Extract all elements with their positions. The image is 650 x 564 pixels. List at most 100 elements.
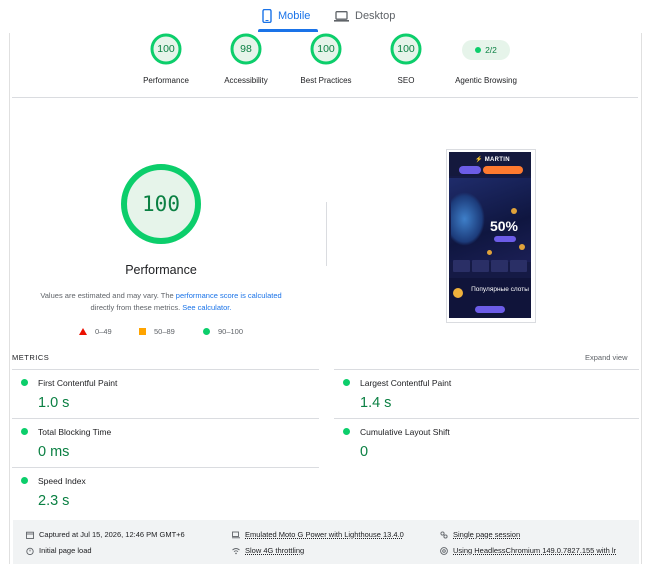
screenshot-header: ⚡ MARTIN [449, 152, 531, 176]
screenshot-promo-button [494, 236, 516, 242]
metric-first-contentful-paint: First Contentful Paint 1.0 s [12, 370, 319, 418]
pass-dot-icon [475, 47, 482, 53]
square-icon [139, 328, 146, 335]
metric-largest-contentful-paint: Largest Contentful Paint 1.4 s [334, 370, 639, 418]
pass-dot-icon [21, 477, 28, 484]
tile [453, 260, 470, 272]
gauge-seo[interactable]: 100 [390, 33, 422, 65]
pass-dot-icon [21, 379, 28, 386]
metric-value: 0 ms [38, 444, 70, 460]
gauge-performance[interactable]: 100 [150, 33, 182, 65]
screenshot-promo-percent: 50% [489, 218, 519, 234]
gauge-label-agentic: Agentic Browsing [455, 76, 517, 85]
legend-fail: 0–49 [79, 327, 112, 336]
screenshot-slots-button [475, 306, 505, 313]
coin-icon [519, 244, 525, 250]
screenshot-tiles [453, 260, 527, 272]
coin-icon [511, 208, 517, 214]
tab-mobile-label: Mobile [278, 10, 311, 22]
metric-cumulative-layout-shift: Cumulative Layout Shift 0 [334, 419, 639, 467]
tab-desktop[interactable]: Desktop [334, 6, 395, 26]
screenshot-hero: 50% [449, 178, 531, 262]
panel-border-right [641, 33, 642, 564]
gauge-score: 100 [157, 43, 175, 55]
see-calculator-link[interactable]: See calculator. [182, 303, 231, 312]
triangle-icon [79, 328, 87, 335]
emulated-device[interactable]: Emulated Moto G Power with Lighthouse 13… [232, 530, 404, 539]
agentic-score: 2/2 [485, 45, 497, 55]
coin-icon [453, 288, 463, 298]
metric-label: Total Blocking Time [38, 427, 112, 437]
metrics-heading: METRICS [12, 353, 50, 362]
pass-dot-icon [343, 379, 350, 386]
captured-text: Captured at Jul 15, 2026, 12:46 PM GMT+6 [39, 530, 185, 539]
devices-icon [232, 531, 240, 538]
device-text: Emulated Moto G Power with Lighthouse 13… [245, 530, 404, 539]
runtime-settings [13, 520, 639, 564]
metric-speed-index: Speed Index 2.3 s [12, 468, 319, 516]
metric-value: 1.0 s [38, 395, 70, 411]
note-text-2: directly from these metrics. [90, 303, 183, 312]
pass-dot-icon [343, 428, 350, 435]
summary-divider [12, 97, 638, 98]
metric-value: 1.4 s [360, 395, 392, 411]
chrome-icon [440, 546, 448, 555]
gauge-score: 98 [240, 43, 252, 55]
gauge-score: 100 [317, 43, 335, 55]
tile [472, 260, 489, 272]
screenshot-slots-banner: Популярные слоты [449, 278, 531, 318]
circle-icon [203, 328, 210, 335]
performance-score-link[interactable]: performance score is calculated [176, 291, 282, 300]
legend-range: 0–49 [95, 327, 112, 336]
metric-label: Cumulative Layout Shift [360, 427, 450, 437]
gauge-best-practices[interactable]: 100 [310, 33, 342, 65]
legend-average: 50–89 [139, 327, 175, 336]
gauge-score: 100 [397, 43, 415, 55]
browser-version[interactable]: Using HeadlessChromium 149.0.7827.155 wi… [440, 546, 616, 555]
session-text: Single page session [453, 530, 521, 539]
performance-score: 100 [142, 192, 180, 216]
timer-icon [26, 547, 34, 555]
panel-border-left [9, 33, 10, 564]
tab-desktop-label: Desktop [355, 10, 396, 22]
calendar-icon [26, 531, 34, 539]
screenshot-brand: ⚡ MARTIN [475, 157, 510, 163]
smartphone-icon [262, 9, 272, 23]
vertical-divider [326, 202, 327, 266]
single-page-session[interactable]: Single page session [440, 530, 520, 539]
network-throttling[interactable]: Slow 4G throttling [232, 546, 304, 555]
screenshot-register-button [483, 166, 523, 174]
expand-view-toggle[interactable]: Expand view [585, 353, 628, 362]
note-text: Values are estimated and may vary. The [40, 291, 176, 300]
page-screenshot: ⚡ MARTIN 50% Популярные слоты [449, 152, 531, 318]
active-tab-indicator [258, 29, 318, 32]
browser-text: Using HeadlessChromium 149.0.7827.155 wi… [453, 546, 617, 555]
captured-at: Captured at Jul 15, 2026, 12:46 PM GMT+6 [26, 530, 185, 539]
throttling-text: Slow 4G throttling [245, 546, 305, 555]
tile [510, 260, 527, 272]
legend-range: 50–89 [154, 327, 175, 336]
performance-title: Performance [125, 263, 197, 277]
pass-dot-icon [21, 428, 28, 435]
metric-total-blocking-time: Total Blocking Time 0 ms [12, 419, 319, 467]
gauge-accessibility[interactable]: 98 [230, 33, 262, 65]
wifi-icon [232, 547, 240, 554]
performance-note: Values are estimated and may vary. The p… [30, 290, 292, 314]
tile [491, 260, 508, 272]
legend-pass: 90–100 [203, 327, 243, 336]
tab-mobile[interactable]: Mobile [262, 6, 310, 26]
metric-value: 0 [360, 444, 369, 460]
metric-label: Speed Index [38, 476, 86, 486]
session-icon [440, 530, 448, 539]
agentic-browsing-badge[interactable]: 2/2 [462, 40, 510, 60]
device-tabs [0, 0, 650, 33]
initial-text: Initial page load [39, 546, 92, 555]
legend-range: 90–100 [218, 327, 244, 336]
metric-label: First Contentful Paint [38, 378, 118, 388]
laptop-icon [334, 10, 349, 22]
screenshot-login-button [459, 166, 481, 174]
metric-label: Largest Contentful Paint [360, 378, 452, 388]
screenshot-slots-title: Популярные слоты [471, 286, 529, 293]
coin-icon [487, 250, 492, 255]
metric-value: 2.3 s [38, 493, 70, 509]
